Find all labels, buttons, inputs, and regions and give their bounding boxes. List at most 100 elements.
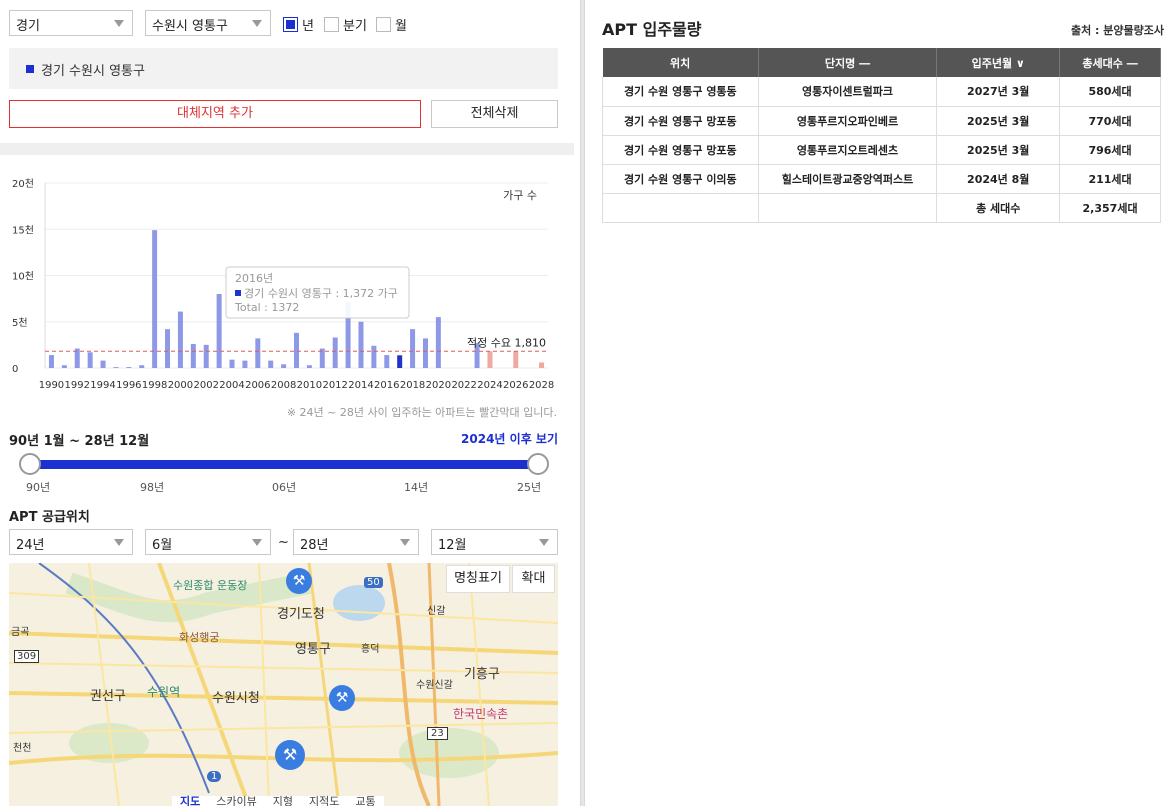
selected-region-item[interactable]: 경기 수원시 영통구 <box>41 60 145 79</box>
x-tick-label: 2022 <box>451 380 476 391</box>
map-label: 신갈 <box>427 606 446 617</box>
x-tick-label: 1994 <box>90 380 115 391</box>
checkbox-quarter[interactable] <box>324 17 339 32</box>
table-row[interactable]: 경기 수원 영통구 이의동 힐스테이트광교중앙역퍼스트 2024년 8월 211… <box>602 164 1161 194</box>
map-pin-icon[interactable]: ⚒ <box>329 685 355 711</box>
supply-location-title: APT 공급위치 <box>9 510 90 525</box>
bar <box>177 311 183 368</box>
x-tick-label: 2016 <box>374 380 399 391</box>
table-row[interactable]: 경기 수원 영통구 망포동 영통푸르지오트레센츠 2025년 3월 796세대 <box>602 135 1161 165</box>
x-tick-label: 2010 <box>297 380 322 391</box>
bar <box>281 364 287 368</box>
map-tab-cadastral[interactable]: 지적도 <box>300 796 348 806</box>
selected-region-panel: 경기 수원시 영통구 <box>9 48 558 89</box>
map-zoom-button[interactable]: 확대 <box>512 565 555 593</box>
cell-empty <box>602 193 759 223</box>
x-tick-label: 1990 <box>39 380 64 391</box>
y-tick-label: 5천 <box>12 317 28 329</box>
cell-complex: 영통자이센트럴파크 <box>758 77 938 107</box>
tooltip-series: 경기 수원시 영통구 : 1,372 가구 <box>244 287 398 300</box>
from-month-select[interactable]: 6월 <box>145 529 271 555</box>
to-month-select[interactable]: 12월 <box>431 529 558 555</box>
cell-complex: 영통푸르지오트레센츠 <box>758 135 938 165</box>
checkbox-month[interactable] <box>376 17 391 32</box>
period-option-quarter[interactable]: 분기 <box>324 15 367 34</box>
period-title: 90년 1월 ~ 28년 12월 <box>9 434 150 449</box>
left-panel: 경기 수원시 영통구 년 분기 월 경기 수원시 영통구 대체지역 추가 전체삭… <box>0 0 574 806</box>
bar <box>397 355 403 368</box>
x-tick-label: 2020 <box>426 380 451 391</box>
map-tab-skyview[interactable]: 스카이뷰 <box>208 796 265 806</box>
from-year-value: 24년 <box>16 538 45 553</box>
bar <box>268 360 274 368</box>
col-header-complex[interactable]: 단지명 ― <box>758 48 938 77</box>
map-label-toggle-button[interactable]: 명칭표기 <box>446 565 510 593</box>
city-select[interactable]: 수원시 영통구 <box>145 10 271 36</box>
cell-households: 211세대 <box>1059 164 1161 194</box>
period-option-month[interactable]: 월 <box>376 15 407 34</box>
route-shield: 50 <box>364 577 383 588</box>
map-label: 금곡 <box>11 627 30 638</box>
map-label: 화성행궁 <box>179 631 220 644</box>
chevron-down-icon <box>114 20 124 27</box>
map-tab-terrain[interactable]: 지형 <box>264 796 301 806</box>
map-pin-icon[interactable]: ⚒ <box>286 568 312 594</box>
map-label: 경기도청 <box>277 607 325 622</box>
to-year-select[interactable]: 28년 <box>293 529 419 555</box>
table-row[interactable]: 경기 수원 영통구 망포동 영통푸르지오파인베르 2025년 3월 770세대 <box>602 106 1161 136</box>
x-tick-label: 1992 <box>65 380 90 391</box>
add-region-button[interactable]: 대체지역 추가 <box>9 100 421 128</box>
panel-divider[interactable] <box>580 0 585 806</box>
tooltip-legend-square-icon <box>235 290 241 296</box>
x-tick-label: 2008 <box>271 380 296 391</box>
bar <box>410 329 416 368</box>
table-row[interactable]: 경기 수원 영통구 영통동 영통자이센트럴파크 2027년 3월 580세대 <box>602 77 1161 107</box>
period-option-year[interactable]: 년 <box>283 15 314 34</box>
col-header-location[interactable]: 위치 <box>602 48 759 77</box>
cell-location: 경기 수원 영통구 망포동 <box>602 106 759 136</box>
map-tab-traffic[interactable]: 교통 <box>347 796 384 806</box>
map-label: 한국민속촌 <box>453 707 509 721</box>
map-tab-map[interactable]: 지도 <box>172 796 209 806</box>
period-slider-track[interactable] <box>30 460 538 469</box>
supply-map[interactable]: 경기도청 영통구 수원시청 권선구 수원역 기흥구 한국민속촌 수원종합 운동장… <box>9 563 558 806</box>
map-pin-icon[interactable]: ⚒ <box>275 740 305 770</box>
map-label: 흥덕 <box>361 644 380 655</box>
after-2024-link[interactable]: 2024년 이후 보기 <box>461 430 558 447</box>
route-shield: 309 <box>14 650 40 663</box>
total-label: 총 세대수 <box>936 193 1061 223</box>
bar <box>229 359 235 368</box>
col-header-households[interactable]: 총세대수 ― <box>1059 48 1161 77</box>
supply-table: 위치 단지명 ― 입주년월 ∨ 총세대수 ― 경기 수원 영통구 영통동 영통자… <box>602 48 1161 223</box>
cell-location: 경기 수원 영통구 영통동 <box>602 77 759 107</box>
bar <box>358 321 364 368</box>
bar <box>216 294 222 368</box>
bar <box>371 345 377 368</box>
bar <box>126 367 132 368</box>
col-header-move-in[interactable]: 입주년월 ∨ <box>936 48 1061 77</box>
checkbox-year[interactable] <box>283 17 298 32</box>
bar <box>152 230 158 368</box>
cell-households: 796세대 <box>1059 135 1161 165</box>
x-tick-label: 2018 <box>400 380 425 391</box>
x-tick-label: 2014 <box>348 380 373 391</box>
bar <box>422 338 428 368</box>
bar <box>487 351 493 368</box>
bar <box>113 367 119 368</box>
x-tick-label: 2000 <box>168 380 193 391</box>
slider-tick-label: 90년 <box>26 481 51 494</box>
page-title: APT 입주물량 <box>602 20 702 39</box>
from-year-select[interactable]: 24년 <box>9 529 133 555</box>
table-total-row: 총 세대수 2,357세대 <box>602 193 1161 223</box>
province-value: 경기 <box>16 19 40 34</box>
slider-start-handle[interactable] <box>19 453 41 475</box>
y-tick-label: 0 <box>12 364 18 375</box>
slider-end-handle[interactable] <box>527 453 549 475</box>
map-label: 수원종합 운동장 <box>173 579 248 592</box>
clear-all-button[interactable]: 전체삭제 <box>431 100 558 128</box>
x-tick-label: 2024 <box>477 380 502 391</box>
province-select[interactable]: 경기 <box>9 10 133 36</box>
slider-tick-label: 98년 <box>140 481 165 494</box>
map-label: 기흥구 <box>464 667 500 682</box>
cell-complex: 힐스테이트광교중앙역퍼스트 <box>758 164 938 194</box>
